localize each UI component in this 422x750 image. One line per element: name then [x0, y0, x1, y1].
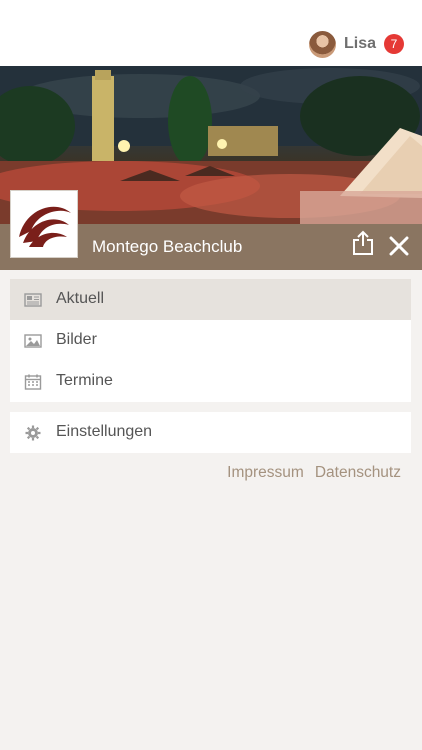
share-icon [353, 230, 373, 255]
club-name: Montego Beachclub [92, 237, 243, 256]
menu-label: Einstellungen [56, 423, 153, 440]
menu-item-aktuell[interactable]: Aktuell [10, 279, 411, 320]
menu-item-bilder[interactable]: Bilder [10, 320, 411, 361]
image-icon [24, 334, 42, 348]
club-logo [10, 190, 78, 258]
main-menu: Aktuell Bilder Termine [10, 279, 411, 402]
menu-label: Termine [56, 372, 113, 389]
gear-icon [25, 425, 41, 441]
avatar[interactable] [308, 30, 336, 58]
share-button[interactable] [352, 230, 374, 256]
menu-item-einstellungen[interactable]: Einstellungen [10, 412, 411, 453]
close-icon [389, 236, 409, 256]
menu-item-termine[interactable]: Termine [10, 361, 411, 402]
newspaper-icon [24, 293, 42, 307]
menu-label: Aktuell [56, 290, 105, 307]
footer-links: Impressum Datenschutz [227, 464, 401, 482]
close-button[interactable] [388, 235, 410, 257]
calendar-icon [24, 374, 42, 390]
settings-menu: Einstellungen [10, 412, 411, 453]
user-profile[interactable]: Lisa 7 [308, 30, 404, 58]
notification-badge[interactable]: 7 [384, 34, 404, 54]
datenschutz-link[interactable]: Datenschutz [315, 464, 401, 482]
impressum-link[interactable]: Impressum [227, 464, 304, 482]
user-name[interactable]: Lisa [344, 35, 376, 53]
menu-label: Bilder [56, 331, 97, 348]
top-bar: Lisa 7 [0, 0, 422, 66]
